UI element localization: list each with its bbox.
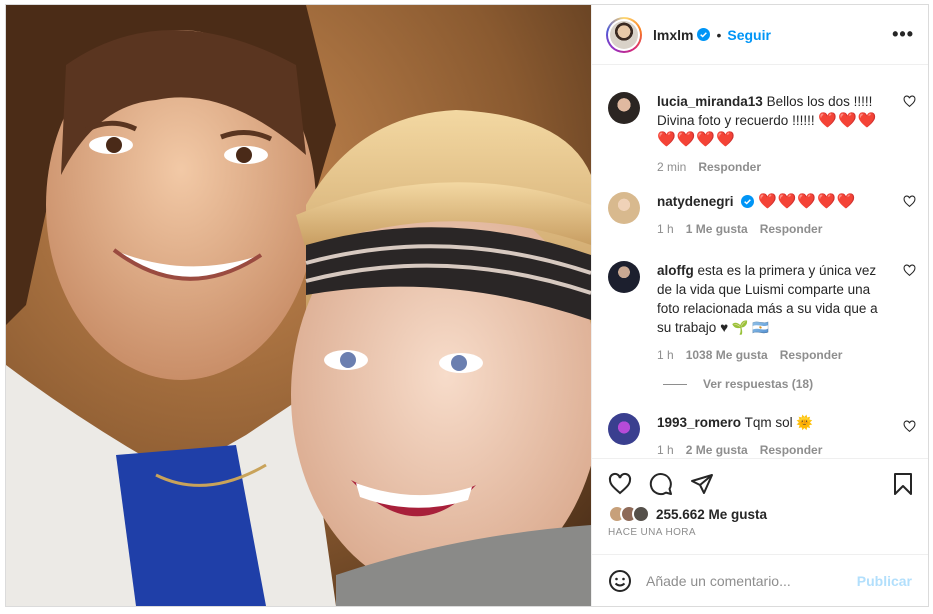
comment-reply-button[interactable]: Responder <box>698 158 761 177</box>
comment-likes[interactable]: 2 Me gusta <box>686 441 748 458</box>
author-username[interactable]: lmxlm <box>653 27 693 43</box>
verified-badge-icon <box>697 28 711 41</box>
comment-text: Tqm sol <box>744 415 793 430</box>
heart-outline-icon[interactable] <box>608 472 632 496</box>
post-actions: 255.662 Me gusta HACE UNA HORA <box>592 458 928 556</box>
view-replies-label: Ver respuestas (18) <box>703 377 814 391</box>
comment-like-heart-icon[interactable] <box>903 264 916 277</box>
comment-reply-button[interactable]: Responder <box>760 441 823 458</box>
comment-like-heart-icon[interactable] <box>903 195 916 208</box>
commenter-avatar[interactable] <box>608 192 640 224</box>
post-side-panel: lmxlm • Seguir ••• lucia_miranda13 Bello… <box>591 5 928 606</box>
commenter-avatar[interactable] <box>608 261 640 293</box>
commenter-avatar[interactable] <box>608 413 640 445</box>
comment-time[interactable]: 1 h <box>657 346 674 365</box>
comment-emoji: ♥ 🌱 🇦🇷 <box>720 320 770 335</box>
comment-item: natydenegri ❤️❤️❤️❤️❤️ 1 h 1 Me gusta Re… <box>608 192 916 239</box>
likes-count[interactable]: 255.662 Me gusta <box>656 507 767 522</box>
speech-bubble-icon[interactable] <box>649 472 673 496</box>
comment-reply-button[interactable]: Responder <box>780 346 843 365</box>
ellipsis-icon[interactable]: ••• <box>892 24 914 45</box>
liker-avatar <box>632 505 650 523</box>
replies-divider <box>663 383 687 385</box>
verified-badge-icon <box>741 195 755 208</box>
comment-username[interactable]: 1993_romero <box>657 415 741 430</box>
post-header: lmxlm • Seguir ••• <box>592 5 928 65</box>
comment-time[interactable]: 1 h <box>657 220 674 239</box>
post-photo[interactable] <box>6 5 591 606</box>
follow-button[interactable]: Seguir <box>727 27 771 43</box>
comment-time[interactable]: 2 min <box>657 158 686 177</box>
comment-time[interactable]: 1 h <box>657 441 674 458</box>
comment-like-heart-icon[interactable] <box>903 420 916 433</box>
comment-emoji: 🌞 <box>796 415 814 430</box>
paper-plane-icon[interactable] <box>690 472 714 496</box>
comment-username[interactable]: aloffg <box>657 263 694 278</box>
comment-username[interactable]: natydenegri <box>657 194 734 209</box>
post-modal: lmxlm • Seguir ••• lucia_miranda13 Bello… <box>5 4 929 607</box>
post-timestamp[interactable]: HACE UNA HORA <box>608 527 696 538</box>
comment-likes[interactable]: 1 Me gusta <box>686 220 748 239</box>
likes-summary[interactable]: 255.662 Me gusta <box>608 505 767 523</box>
comments-list[interactable]: lucia_miranda13 Bellos los dos !!!!! Div… <box>592 66 928 458</box>
commenter-avatar[interactable] <box>608 92 640 124</box>
post-image <box>6 5 591 606</box>
comment-item: 1993_romero Tqm sol 🌞 1 h 2 Me gusta Res… <box>608 413 916 458</box>
comment-likes[interactable]: 1038 Me gusta <box>686 346 768 365</box>
comment-item: lucia_miranda13 Bellos los dos !!!!! Div… <box>608 92 916 177</box>
comment-input[interactable]: Añade un comentario... <box>646 573 857 589</box>
publish-button[interactable]: Publicar <box>857 573 912 589</box>
view-replies-button[interactable]: Ver respuestas (18) <box>663 377 813 391</box>
separator-dot: • <box>716 26 722 43</box>
comment-username[interactable]: lucia_miranda13 <box>657 94 763 109</box>
comment-like-heart-icon[interactable] <box>903 95 916 108</box>
comment-reply-button[interactable]: Responder <box>760 220 823 239</box>
add-comment-bar: Añade un comentario... Publicar <box>592 554 928 606</box>
comment-emoji: ❤️❤️❤️❤️❤️ <box>758 193 857 210</box>
smiley-icon[interactable] <box>608 569 632 593</box>
author-avatar[interactable] <box>606 16 642 53</box>
comment-item: aloffg esta es la primera y única vez de… <box>608 261 916 365</box>
bookmark-icon[interactable] <box>892 472 914 496</box>
